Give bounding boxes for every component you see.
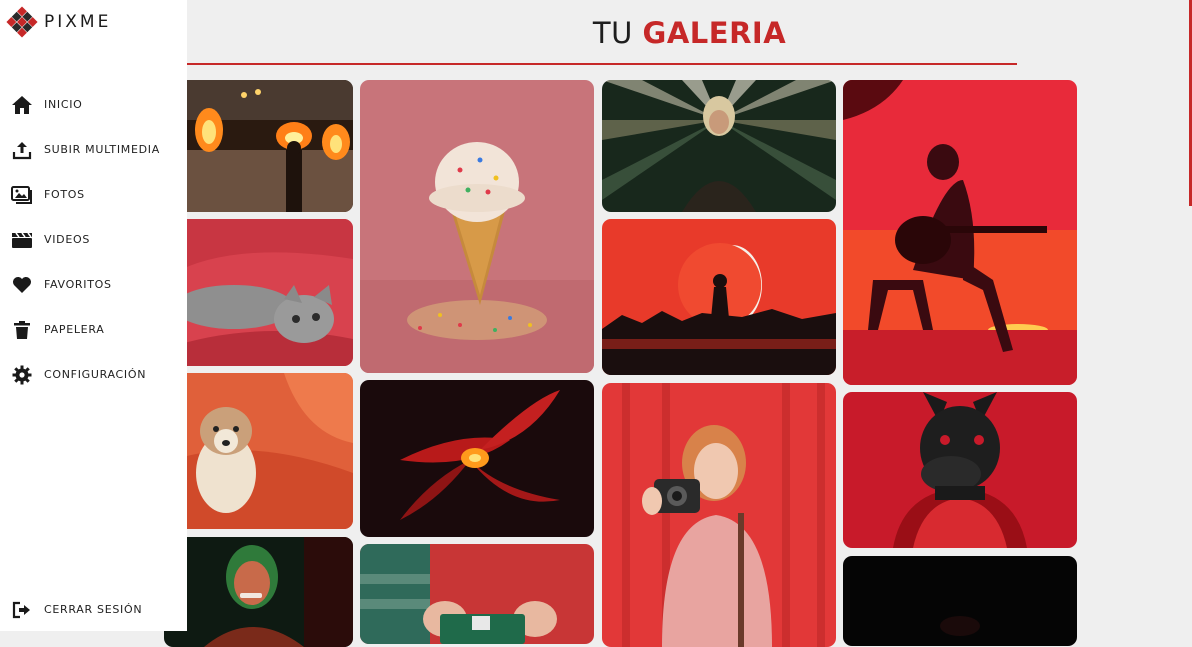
photo-guitarist-red-sky[interactable]	[843, 80, 1077, 385]
sidebar-item-videos[interactable]: VIDEOS	[0, 217, 187, 262]
sidebar-nav: INICIO SUBIR MULTIMEDIA FOTOS VIDEOS FAV…	[0, 82, 187, 397]
sidebar-item-label: INICIO	[44, 98, 83, 111]
photo-fire-performers[interactable]	[164, 80, 353, 212]
photo-hands-camera[interactable]	[360, 544, 594, 644]
sidebar-item-label: VIDEOS	[44, 233, 91, 246]
sidebar-item-favoritos[interactable]: FAVORITOS	[0, 262, 187, 307]
logout-icon	[11, 599, 33, 621]
photo-gray-kitten[interactable]	[164, 219, 353, 366]
sidebar-item-label: PAPELERA	[44, 323, 105, 336]
sidebar: PIXME INICIO SUBIR MULTIMEDIA FOTOS VIDE…	[0, 0, 187, 631]
sidebar-item-fotos[interactable]: FOTOS	[0, 172, 187, 217]
logout-section: CERRAR SESIÓN	[0, 587, 187, 632]
photo-dog-mask-person[interactable]	[843, 392, 1077, 548]
home-icon	[11, 94, 33, 116]
sidebar-item-label: SUBIR MULTIMEDIA	[44, 143, 160, 156]
photos-icon	[11, 184, 33, 206]
sidebar-item-configuracion[interactable]: CONFIGURACIÓN	[0, 352, 187, 397]
page-title-part2: GALERIA	[642, 16, 787, 50]
heart-icon	[11, 274, 33, 296]
sidebar-item-inicio[interactable]: INICIO	[0, 82, 187, 127]
trash-icon	[11, 319, 33, 341]
photo-dark[interactable]	[843, 556, 1077, 646]
page-title-part1: TU	[592, 16, 643, 50]
brand[interactable]: PIXME	[6, 6, 111, 38]
title-underline	[187, 63, 1017, 65]
photo-red-flower[interactable]	[360, 380, 594, 537]
pixme-logo-icon	[6, 6, 38, 38]
page-title: TU GALERIA	[187, 16, 1192, 50]
gear-icon	[11, 364, 33, 386]
photo-woman-sunburst[interactable]	[602, 80, 836, 212]
logout-button[interactable]: CERRAR SESIÓN	[0, 587, 187, 632]
sidebar-item-papelera[interactable]: PAPELERA	[0, 307, 187, 352]
clapperboard-icon	[11, 229, 33, 251]
photo-puppy[interactable]	[164, 373, 353, 529]
sidebar-item-label: FAVORITOS	[44, 278, 112, 291]
brand-name: PIXME	[44, 12, 112, 32]
page-header: TU GALERIA	[187, 0, 1192, 70]
logout-label: CERRAR SESIÓN	[44, 603, 143, 616]
upload-icon	[11, 139, 33, 161]
photo-ice-cream-cone[interactable]	[360, 80, 594, 373]
photo-sunset-silhouette[interactable]	[602, 219, 836, 375]
sidebar-item-label: FOTOS	[44, 188, 85, 201]
sidebar-item-subir-multimedia[interactable]: SUBIR MULTIMEDIA	[0, 127, 187, 172]
photo-woman-with-camera[interactable]	[602, 383, 836, 647]
sidebar-item-label: CONFIGURACIÓN	[44, 368, 147, 381]
